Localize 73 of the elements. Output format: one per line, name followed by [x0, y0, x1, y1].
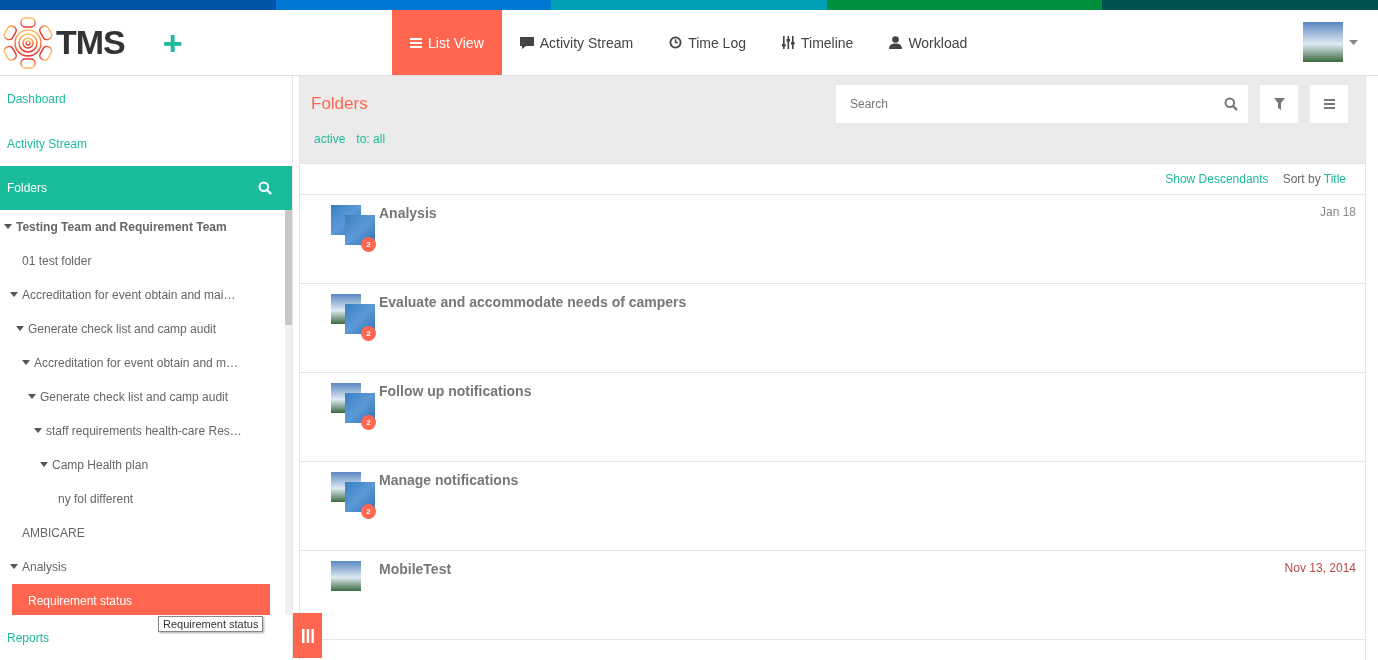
nav-tab[interactable]: Timeline — [764, 10, 872, 75]
nav-tab[interactable]: Time Log — [651, 10, 764, 75]
filter-icon — [1273, 98, 1285, 110]
caret-icon[interactable] — [22, 360, 30, 366]
folders-title: Folders — [7, 181, 47, 195]
columns-icon — [301, 628, 314, 643]
caret-icon[interactable] — [10, 292, 18, 298]
image-thumbnail — [345, 393, 375, 423]
collapse-sidebar-button[interactable] — [293, 613, 322, 658]
menu-button[interactable] — [1310, 85, 1348, 123]
sliders-icon — [782, 36, 795, 49]
count-badge: 2 — [361, 504, 376, 519]
caret-icon[interactable] — [1349, 39, 1358, 45]
tree-item[interactable]: staff requirements health-care Res… — [0, 414, 285, 448]
tree-item[interactable]: Testing Team and Requirement Team — [0, 210, 285, 244]
caret-icon[interactable] — [40, 462, 48, 468]
date-label: Jan 18 — [1319, 205, 1356, 221]
clock-icon — [669, 36, 683, 49]
caret-icon[interactable] — [34, 428, 42, 434]
brand-name: TMS — [56, 23, 125, 62]
sidebar-link[interactable]: Activity Stream — [0, 121, 292, 166]
folder-row[interactable]: 2 Evaluate and accommodate needs of campers — [300, 284, 1365, 373]
count-badge: 2 — [361, 326, 376, 341]
flower-logo-icon — [2, 16, 54, 69]
tree-item[interactable]: ny fol different — [0, 482, 285, 516]
folder-title[interactable]: MobileTest — [379, 561, 1281, 639]
search-field[interactable]: Search — [836, 85, 1248, 123]
date-label: Nov 13, 2014 — [1284, 561, 1356, 577]
tree-item[interactable]: Accreditation for event obtain and m… — [0, 346, 285, 380]
folder-row[interactable]: 2 Follow up notifications — [300, 373, 1365, 462]
count-badge: 2 — [361, 237, 376, 252]
caret-icon[interactable] — [4, 224, 12, 230]
scrollbar[interactable] — [285, 210, 292, 615]
count-badge: 2 — [361, 415, 376, 430]
tree-item[interactable]: Requirement status — [12, 584, 270, 615]
folder-title[interactable]: Manage notifications — [379, 472, 1356, 550]
image-thumbnail — [345, 215, 375, 245]
tree-item[interactable]: Generate check list and camp audit — [0, 380, 285, 414]
list-icon — [410, 36, 422, 49]
user-icon — [889, 36, 903, 49]
folder-title[interactable]: Evaluate and accommodate needs of campers — [379, 294, 1356, 372]
caret-icon[interactable] — [28, 394, 36, 400]
tree-item[interactable]: Camp Health plan — [0, 448, 285, 482]
caret-icon[interactable] — [10, 564, 18, 570]
image-thumbnail — [345, 304, 375, 334]
tree-item[interactable]: AMBICARE — [0, 516, 285, 550]
tree-item[interactable]: Accreditation for event obtain and mai… — [0, 278, 285, 312]
nav-tab[interactable]: Activity Stream — [501, 10, 652, 75]
sort-link[interactable]: Title — [1323, 172, 1346, 186]
sort-label: Sort by — [1282, 172, 1321, 186]
nav-tab[interactable]: List View — [392, 10, 502, 75]
tooltip: Requirement status — [158, 616, 264, 632]
tree-item[interactable]: Generate check list and camp audit — [0, 312, 285, 346]
tree-item[interactable]: 01 test folder — [0, 244, 285, 278]
folder-row[interactable]: MobileTest Nov 13, 2014 — [300, 551, 1365, 640]
nav-tab[interactable]: Workload — [871, 10, 986, 75]
avatar-photo-placeholder[interactable] — [1303, 22, 1343, 62]
menu-icon — [1323, 99, 1335, 109]
folder-title[interactable]: Follow up notifications — [379, 383, 1356, 461]
show-descendants-link[interactable]: Show Descendants — [1165, 172, 1269, 186]
image-thumbnail — [345, 482, 375, 512]
sidebar-link[interactable]: Dashboard — [0, 76, 292, 121]
filter-button[interactable] — [1260, 85, 1298, 123]
tree-item[interactable]: Analysis — [0, 550, 285, 584]
add-button[interactable]: + — [162, 25, 183, 60]
folder-title[interactable]: Analysis — [379, 205, 1316, 283]
folder-row[interactable]: 2 Analysis Jan 18 — [300, 195, 1365, 284]
sidebar-link[interactable]: Reports — [0, 615, 57, 660]
folder-row[interactable]: 2 Manage notifications — [300, 462, 1365, 551]
comment-icon — [519, 36, 534, 49]
caret-icon[interactable] — [16, 326, 24, 332]
search-icon[interactable] — [1224, 97, 1238, 111]
page-title: Folders — [311, 94, 369, 114]
